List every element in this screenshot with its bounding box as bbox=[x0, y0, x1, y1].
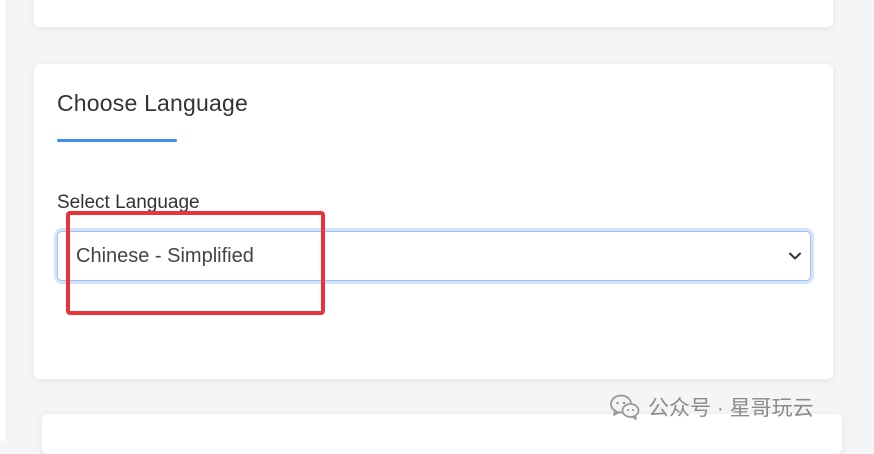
select-language-label: Select Language bbox=[57, 192, 200, 213]
chevron-down-icon bbox=[789, 252, 801, 260]
title-underline bbox=[57, 139, 177, 142]
card-title: Choose Language bbox=[57, 90, 248, 116]
language-select[interactable]: Chinese - Simplified bbox=[57, 231, 811, 281]
watermark-text: 公众号 · 星哥玩云 bbox=[648, 397, 814, 420]
sidebar-edge bbox=[0, 0, 7, 441]
language-settings-card: Choose Language Select Language Chinese … bbox=[34, 64, 833, 379]
selected-language-value: Chinese - Simplified bbox=[76, 245, 254, 267]
watermark: 公众号 · 星哥玩云 bbox=[610, 392, 814, 422]
wechat-icon bbox=[610, 394, 640, 420]
previous-card bbox=[34, 0, 833, 27]
